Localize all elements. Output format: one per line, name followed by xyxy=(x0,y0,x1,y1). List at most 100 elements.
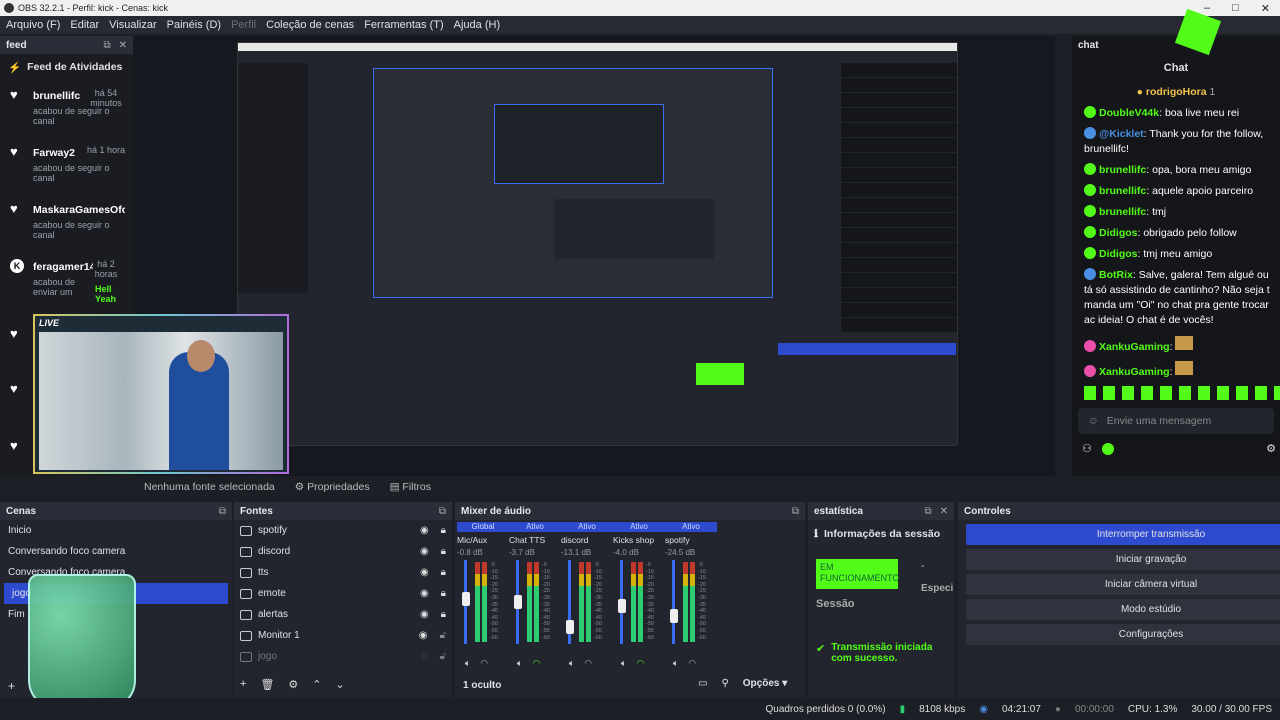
minimize-icon[interactable]: – xyxy=(1204,2,1210,15)
layout-icon[interactable]: ▭ xyxy=(698,678,707,689)
spec-label: Especi xyxy=(921,583,954,594)
eye-icon[interactable]: ◉ xyxy=(420,546,429,557)
up-icon[interactable]: ⌃ xyxy=(312,678,321,691)
channel-mode[interactable]: Ativo xyxy=(509,522,561,532)
chat-user: brunellifc xyxy=(1099,164,1147,176)
unlock-icon[interactable]: 🔓︎ xyxy=(440,651,446,662)
chat-text: opa, bora meu amigo xyxy=(1152,164,1252,176)
source-item[interactable]: spotify ◉ 🔒︎ xyxy=(234,520,452,541)
menu-profile[interactable]: Perfil xyxy=(231,19,256,31)
emote-row xyxy=(1084,386,1280,400)
headphones-icon[interactable]: ◠ xyxy=(532,658,540,669)
menu-tools[interactable]: Ferramentas (T) xyxy=(364,19,443,31)
channel-mode[interactable]: Ativo xyxy=(613,522,665,532)
db-tick: -60 xyxy=(542,634,550,641)
eye-icon[interactable]: ◉ xyxy=(419,630,428,641)
kick-icon[interactable] xyxy=(1101,442,1114,455)
channel-name: Chat TTS xyxy=(509,535,546,545)
source-item[interactable]: Monitor 1 ◉ 🔓︎ xyxy=(234,625,452,646)
source-item-hidden[interactable]: jogo ◌ 🔓︎ xyxy=(234,646,452,667)
eye-icon[interactable]: ◉ xyxy=(420,567,429,578)
volume-fader-handle[interactable] xyxy=(670,609,678,623)
source-item[interactable]: tts ◉ 🔒︎ xyxy=(234,562,452,583)
menu-scene-collection[interactable]: Coleção de cenas xyxy=(266,19,354,31)
db-tick: -30 xyxy=(490,594,498,601)
scenes-title: Cenas xyxy=(6,505,37,517)
maximize-icon[interactable]: □ xyxy=(1232,2,1239,15)
speaker-icon[interactable]: 🔈︎ xyxy=(621,658,626,669)
level-meter xyxy=(527,562,532,642)
check-icon: ✔ xyxy=(816,643,826,655)
scene-item[interactable]: Conversando foco camera xyxy=(0,541,232,562)
unlock-icon[interactable]: 🔓︎ xyxy=(440,630,446,641)
emoji-icon[interactable]: ☺ xyxy=(1088,415,1099,427)
settings-icon[interactable]: ⚙ xyxy=(1266,442,1276,455)
chat-text: boa live meu rei xyxy=(1164,107,1240,119)
close-icon[interactable]: ✕ xyxy=(119,40,127,51)
headphones-icon[interactable]: ◠ xyxy=(688,658,696,669)
start-recording-button[interactable]: Iniciar gravação xyxy=(966,549,1280,570)
float-icon[interactable]: ⧉ xyxy=(924,506,931,517)
menu-edit[interactable]: Editar xyxy=(70,19,99,31)
studio-mode-button[interactable]: Modo estúdio xyxy=(966,599,1280,620)
add-scene-icon[interactable]: + xyxy=(8,679,15,693)
float-icon[interactable]: ⧉ xyxy=(103,40,110,51)
source-item[interactable]: emote ◉ 🔒︎ xyxy=(234,583,452,604)
controls-title: Controles xyxy=(964,505,1011,517)
volume-fader-handle[interactable] xyxy=(514,595,522,609)
lock-icon[interactable]: 🔒︎ xyxy=(441,588,446,599)
eye-off-icon[interactable]: ◌ xyxy=(422,651,428,662)
volume-fader-handle[interactable] xyxy=(618,598,626,613)
headphones-icon[interactable]: ◠ xyxy=(584,658,592,669)
db-tick: -25 xyxy=(698,588,706,595)
menu-view[interactable]: Visualizar xyxy=(109,19,157,31)
link-icon[interactable]: ⚲ xyxy=(721,678,728,689)
db-tick: -15 xyxy=(646,575,654,582)
eye-icon[interactable]: ◉ xyxy=(420,588,429,599)
headphones-icon[interactable]: ◠ xyxy=(636,658,644,669)
volume-fader-handle[interactable] xyxy=(566,619,574,634)
eye-icon[interactable]: ◉ xyxy=(420,609,429,620)
scene-item[interactable]: Inicio xyxy=(0,520,232,541)
lock-icon[interactable]: 🔒︎ xyxy=(441,609,446,620)
options-button[interactable]: Opções ▾ xyxy=(743,678,788,689)
speaker-icon[interactable]: 🔈︎ xyxy=(517,658,522,669)
stop-stream-button[interactable]: Interromper transmissão xyxy=(966,524,1280,545)
add-icon[interactable]: + xyxy=(240,678,246,691)
settings-button[interactable]: Configurações xyxy=(966,624,1280,645)
lock-icon[interactable]: 🔒︎ xyxy=(441,525,446,536)
db-tick: -55 xyxy=(646,627,654,634)
speaker-icon[interactable]: 🔈︎ xyxy=(465,658,470,669)
speaker-icon[interactable]: 🔈︎ xyxy=(673,658,678,669)
channel-mode[interactable]: Global xyxy=(457,522,509,532)
source-item[interactable]: alertas ◉ 🔒︎ xyxy=(234,604,452,625)
level-meter xyxy=(534,562,539,642)
float-icon[interactable]: ⧉ xyxy=(219,506,226,517)
float-icon[interactable]: ⧉ xyxy=(439,506,446,517)
eye-icon[interactable]: ◉ xyxy=(420,525,429,536)
menu-docks[interactable]: Painéis (D) xyxy=(167,19,221,31)
trash-icon[interactable]: 🗑︎ xyxy=(260,678,274,691)
users-icon[interactable]: ⚇ xyxy=(1082,442,1092,455)
lock-icon[interactable]: 🔒︎ xyxy=(441,546,446,557)
start-virtual-camera-button[interactable]: Iniciar câmera virtual xyxy=(966,574,1280,595)
menu-help[interactable]: Ajuda (H) xyxy=(454,19,500,31)
close-icon[interactable]: ✕ xyxy=(940,506,948,517)
channel-mode[interactable]: Ativo xyxy=(665,522,717,532)
gear-icon[interactable]: ⚙ xyxy=(288,678,298,691)
verified-icon xyxy=(1084,205,1096,217)
channel-mode[interactable]: Ativo xyxy=(561,522,613,532)
down-icon[interactable]: ⌄ xyxy=(336,678,345,691)
volume-fader-handle[interactable] xyxy=(462,591,470,606)
close-icon[interactable]: ✕ xyxy=(1261,2,1270,15)
headphones-icon[interactable]: ◠ xyxy=(480,658,488,669)
speaker-icon[interactable]: 🔈︎ xyxy=(569,658,574,669)
menu-file[interactable]: Arquivo (F) xyxy=(6,19,60,31)
volume-fader-track[interactable] xyxy=(672,560,675,644)
lock-icon[interactable]: 🔒︎ xyxy=(441,567,446,578)
float-icon[interactable]: ⧉ xyxy=(792,506,799,517)
filters-button[interactable]: ▤ Filtros xyxy=(390,481,431,493)
properties-button[interactable]: ⚙ Propriedades xyxy=(295,481,370,493)
chat-input[interactable]: ☺ Envie uma mensagem xyxy=(1078,408,1274,434)
source-item[interactable]: discord ◉ 🔒︎ xyxy=(234,541,452,562)
